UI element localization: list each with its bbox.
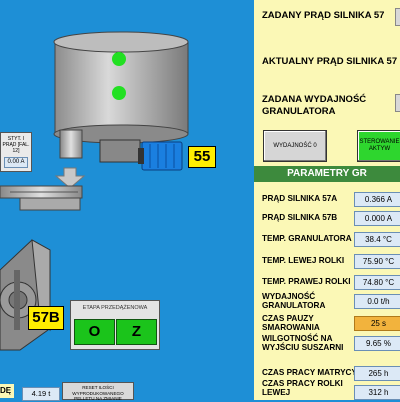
- process-diagram: 55 STYT. I PRĄD [FAL. 12] 0.00 A 57B ETA…: [0, 0, 254, 401]
- label-57b: 57B: [28, 306, 64, 330]
- bottom-left-label: DĘ: [0, 384, 14, 398]
- sterowanie-aktywne-button[interactable]: STEROWANIE AKTYW: [357, 130, 400, 162]
- header-label-zadany-prad: ZADANY PRĄD SILNIKA 57: [262, 10, 385, 21]
- param-label: TEMP. LEWEJ ROLKI: [262, 256, 345, 265]
- zadana-wydajnosc-input[interactable]: [395, 94, 400, 112]
- param-label: WILGOTNOŚĆ NA WYJŚCIU SUSZARNI: [262, 334, 344, 352]
- etapa-z-button[interactable]: Z: [116, 319, 157, 345]
- param-value: 9.65 %: [354, 336, 400, 351]
- param-label: PRĄD SILNIKA 57A: [262, 194, 338, 203]
- parameters-panel: ZADANY PRĄD SILNIKA 57 AKTUALNY PRĄD SIL…: [254, 0, 400, 400]
- param-label: CZAS PRACY ROLKI LEWEJ: [262, 379, 343, 397]
- param-value: 0.000 A: [354, 211, 400, 226]
- down-arrow: [54, 167, 86, 189]
- param-label: CZAS PRACY MATRYCY: [262, 368, 357, 377]
- etapa-o-button[interactable]: O: [74, 319, 115, 345]
- status-indicator-top: [112, 52, 126, 66]
- param-label: TEMP. GRANULATORA: [262, 234, 352, 243]
- param-label: TEMP. PRAWEJ ROLKI: [262, 277, 351, 286]
- motor-55: [138, 141, 183, 171]
- param-label: WYDAJNOŚĆ GRANULATORA: [262, 292, 326, 310]
- param-value: 265 h: [354, 366, 400, 381]
- etapa-title: ETAPA PRZEDĄŻENOWA: [82, 305, 148, 311]
- header-label-zadana-wydajnosc: ZADANA WYDAJNOŚĆ GRANULATORA: [262, 94, 367, 117]
- header-label-aktualny-prad: AKTUALNY PRĄD SILNIKA 57: [262, 56, 398, 67]
- status-indicator-bottom: [112, 86, 126, 100]
- wydajnosc-zero-button[interactable]: WYDAJNOŚĆ 0: [263, 130, 327, 162]
- param-value: 0.366 A: [354, 192, 400, 207]
- param-label: PRĄD SILNIKA 57B: [262, 213, 338, 222]
- motor-55-label: 55: [188, 146, 216, 168]
- conveyor: [0, 185, 83, 211]
- zadany-prad-input[interactable]: [395, 8, 400, 26]
- param-value: 74.80 °C: [354, 275, 400, 290]
- param-value: 0.0 t/h: [354, 294, 400, 309]
- param-value: 38.4 °C: [354, 232, 400, 247]
- current-small-panel-title: STYT. I PRĄD [FAL. 12]: [2, 136, 30, 154]
- pellet-press: [0, 239, 51, 351]
- reset-pellet-button[interactable]: RESET ILOŚCI WYPRODUKOWANEGO PELLETU NA …: [62, 382, 134, 401]
- produced-pellet-value: 4.19 t: [22, 387, 60, 401]
- param-value: 75.90 °C: [354, 254, 400, 269]
- current-small-panel: STYT. I PRĄD [FAL. 12] 0.00 A: [0, 132, 32, 172]
- etapa-panel: ETAPA PRZEDĄŻENOWA O Z: [70, 300, 160, 350]
- parameters-section-header: PARAMETRY GR: [254, 166, 400, 182]
- param-label: CZAS PAUZY SMAROWANIA: [262, 314, 320, 332]
- current-small-panel-value: 0.00 A: [4, 157, 28, 168]
- param-value[interactable]: 25 s: [354, 316, 400, 331]
- param-value: 312 h: [354, 385, 400, 400]
